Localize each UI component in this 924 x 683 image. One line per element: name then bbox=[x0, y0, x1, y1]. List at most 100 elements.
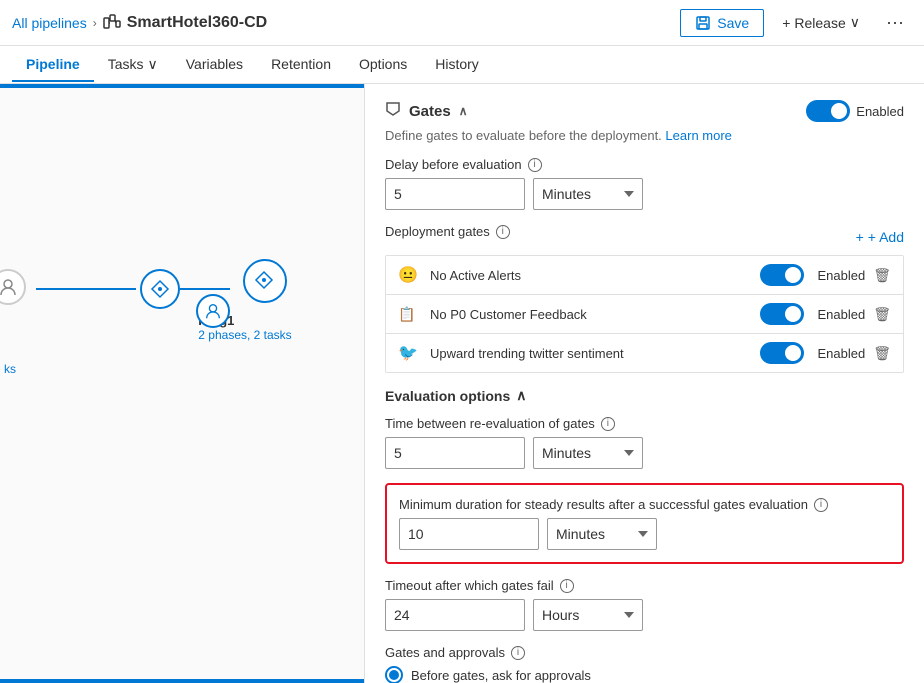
time-between-unit-select[interactable]: Minutes Hours Days bbox=[533, 437, 643, 469]
min-duration-field-row: Minutes Hours Days bbox=[399, 518, 890, 550]
twitter-name[interactable]: Upward trending twitter sentiment bbox=[430, 346, 760, 361]
tab-pipeline[interactable]: Pipeline bbox=[12, 48, 94, 82]
ring1-sublabel: 2 phases, 2 tasks bbox=[198, 328, 291, 342]
pipeline-title: SmartHotel360-CD bbox=[127, 14, 267, 32]
gates-description: Define gates to evaluate before the depl… bbox=[385, 128, 904, 143]
timeout-label: Timeout after which gates fail i bbox=[385, 578, 904, 593]
timeout-input[interactable] bbox=[385, 599, 525, 631]
ring1-node[interactable]: Ring1 2 phases, 2 tasks bbox=[170, 259, 310, 342]
right-panel: Gates ∧ Enabled Define gates to evaluate… bbox=[365, 84, 924, 683]
release-label: Release bbox=[794, 15, 845, 31]
gates-approvals-info-icon[interactable]: i bbox=[511, 646, 525, 660]
gates-toggle[interactable] bbox=[806, 100, 850, 122]
save-button[interactable]: Save bbox=[680, 9, 764, 37]
gate-list: 😐 No Active Alerts Enabled 🗑 📋 No P0 Cus… bbox=[385, 255, 904, 373]
twitter-actions: Enabled 🗑 bbox=[760, 342, 892, 364]
save-icon bbox=[695, 15, 711, 31]
min-duration-input[interactable] bbox=[399, 518, 539, 550]
topbar: All pipelines › SmartHotel360-CD Save + … bbox=[0, 0, 924, 46]
feedback-actions: Enabled 🗑 bbox=[760, 303, 892, 325]
gate-item-feedback: 📋 No P0 Customer Feedback Enabled 🗑 bbox=[386, 295, 903, 334]
breadcrumb-chevron: › bbox=[93, 16, 97, 30]
add-icon: + bbox=[856, 229, 864, 245]
nav-tabs: Pipeline Tasks ∨ Variables Retention Opt… bbox=[0, 46, 924, 84]
twitter-delete-icon[interactable]: 🗑 bbox=[873, 345, 891, 362]
feedback-toggle[interactable] bbox=[760, 303, 804, 325]
save-label: Save bbox=[717, 15, 749, 31]
alerts-actions: Enabled 🗑 bbox=[760, 264, 892, 286]
min-duration-box: Minimum duration for steady results afte… bbox=[385, 483, 904, 564]
timeout-field-row: Minutes Hours Days bbox=[385, 599, 904, 631]
timeout-unit-select[interactable]: Minutes Hours Days bbox=[533, 599, 643, 631]
time-between-info-icon[interactable]: i bbox=[601, 417, 615, 431]
eval-header[interactable]: Evaluation options ∧ bbox=[385, 387, 904, 404]
add-gate-button[interactable]: + + Add bbox=[856, 229, 904, 245]
connector-line-1 bbox=[36, 288, 136, 290]
twitter-toggle[interactable] bbox=[760, 342, 804, 364]
time-between-label: Time between re-evaluation of gates i bbox=[385, 416, 904, 431]
delay-input[interactable] bbox=[385, 178, 525, 210]
feedback-icon: 📋 bbox=[398, 306, 420, 323]
feedback-name[interactable]: No P0 Customer Feedback bbox=[430, 307, 760, 322]
min-duration-label: Minimum duration for steady results afte… bbox=[399, 497, 890, 512]
eval-collapse-icon: ∧ bbox=[516, 387, 526, 404]
release-button[interactable]: + Release ∨ bbox=[772, 9, 870, 36]
alerts-icon: 😐 bbox=[398, 265, 420, 285]
gates-section-header: Gates ∧ Enabled bbox=[385, 100, 904, 122]
twitter-enabled-label: Enabled bbox=[818, 346, 866, 361]
gate-item-alerts: 😐 No Active Alerts Enabled 🗑 bbox=[386, 256, 903, 295]
chevron-down-icon: ∨ bbox=[850, 14, 860, 31]
deployment-gates-info-icon[interactable]: i bbox=[496, 225, 510, 239]
person-node bbox=[0, 269, 26, 305]
plus-icon: + bbox=[782, 15, 790, 31]
tab-history[interactable]: History bbox=[421, 48, 493, 82]
deployment-gates-row: Deployment gates i + + Add bbox=[385, 224, 904, 249]
before-gates-radio[interactable] bbox=[385, 666, 403, 683]
eval-section: Evaluation options ∧ Time between re-eva… bbox=[385, 387, 904, 683]
timeout-info-icon[interactable]: i bbox=[560, 579, 574, 593]
min-duration-unit-select[interactable]: Minutes Hours Days bbox=[547, 518, 657, 550]
topbar-right: Save + Release ∨ ··· bbox=[680, 7, 912, 38]
tasks-arrow-icon: ∨ bbox=[147, 56, 157, 73]
min-duration-info-icon[interactable]: i bbox=[814, 498, 828, 512]
tab-retention[interactable]: Retention bbox=[257, 48, 345, 82]
delay-unit-select[interactable]: Minutes Hours Days bbox=[533, 178, 643, 210]
gates-enabled-label: Enabled bbox=[856, 104, 904, 119]
delay-label: Delay before evaluation i bbox=[385, 157, 904, 172]
alerts-delete-icon[interactable]: 🗑 bbox=[873, 267, 891, 284]
alerts-enabled-label: Enabled bbox=[818, 268, 866, 283]
blue-bar-bottom bbox=[0, 679, 364, 683]
tab-options[interactable]: Options bbox=[345, 48, 421, 82]
time-between-field-row: Minutes Hours Days bbox=[385, 437, 904, 469]
twitter-icon: 🐦 bbox=[398, 343, 420, 363]
more-button[interactable]: ··· bbox=[878, 7, 912, 38]
add-label: + Add bbox=[868, 229, 904, 245]
learn-more-link[interactable]: Learn more bbox=[665, 128, 731, 143]
topbar-left: All pipelines › SmartHotel360-CD bbox=[12, 14, 680, 32]
all-pipelines-link[interactable]: All pipelines bbox=[12, 15, 87, 31]
pipeline-canvas: Ring1 2 phases, 2 tasks ks bbox=[0, 84, 364, 683]
gates-approvals-label: Gates and approvals i bbox=[385, 645, 904, 660]
left-panel: Ring1 2 phases, 2 tasks ks bbox=[0, 84, 365, 683]
main-content: Ring1 2 phases, 2 tasks ks bbox=[0, 84, 924, 683]
gates-title-container: Gates ∧ bbox=[385, 101, 468, 121]
partial-label: ks bbox=[0, 362, 16, 376]
delay-field-row: Minutes Hours Days bbox=[385, 178, 904, 210]
delay-info-icon[interactable]: i bbox=[528, 158, 542, 172]
tab-tasks[interactable]: Tasks ∨ bbox=[94, 48, 172, 83]
gate-item-twitter: 🐦 Upward trending twitter sentiment Enab… bbox=[386, 334, 903, 372]
before-gates-option[interactable]: Before gates, ask for approvals bbox=[385, 666, 904, 683]
tab-variables[interactable]: Variables bbox=[172, 48, 257, 82]
gates-enabled-container: Enabled bbox=[806, 100, 904, 122]
alerts-toggle[interactable] bbox=[760, 264, 804, 286]
alerts-name[interactable]: No Active Alerts bbox=[430, 268, 760, 283]
ring1-person-node bbox=[196, 294, 230, 328]
before-gates-label: Before gates, ask for approvals bbox=[411, 668, 591, 683]
eval-title: Evaluation options bbox=[385, 388, 510, 404]
pipeline-icon bbox=[103, 14, 121, 32]
deployment-gates-label: Deployment gates i bbox=[385, 224, 510, 239]
feedback-delete-icon[interactable]: 🗑 bbox=[873, 306, 891, 323]
time-between-input[interactable] bbox=[385, 437, 525, 469]
gates-title: Gates bbox=[409, 103, 451, 120]
gates-collapse-icon[interactable]: ∧ bbox=[459, 104, 468, 118]
